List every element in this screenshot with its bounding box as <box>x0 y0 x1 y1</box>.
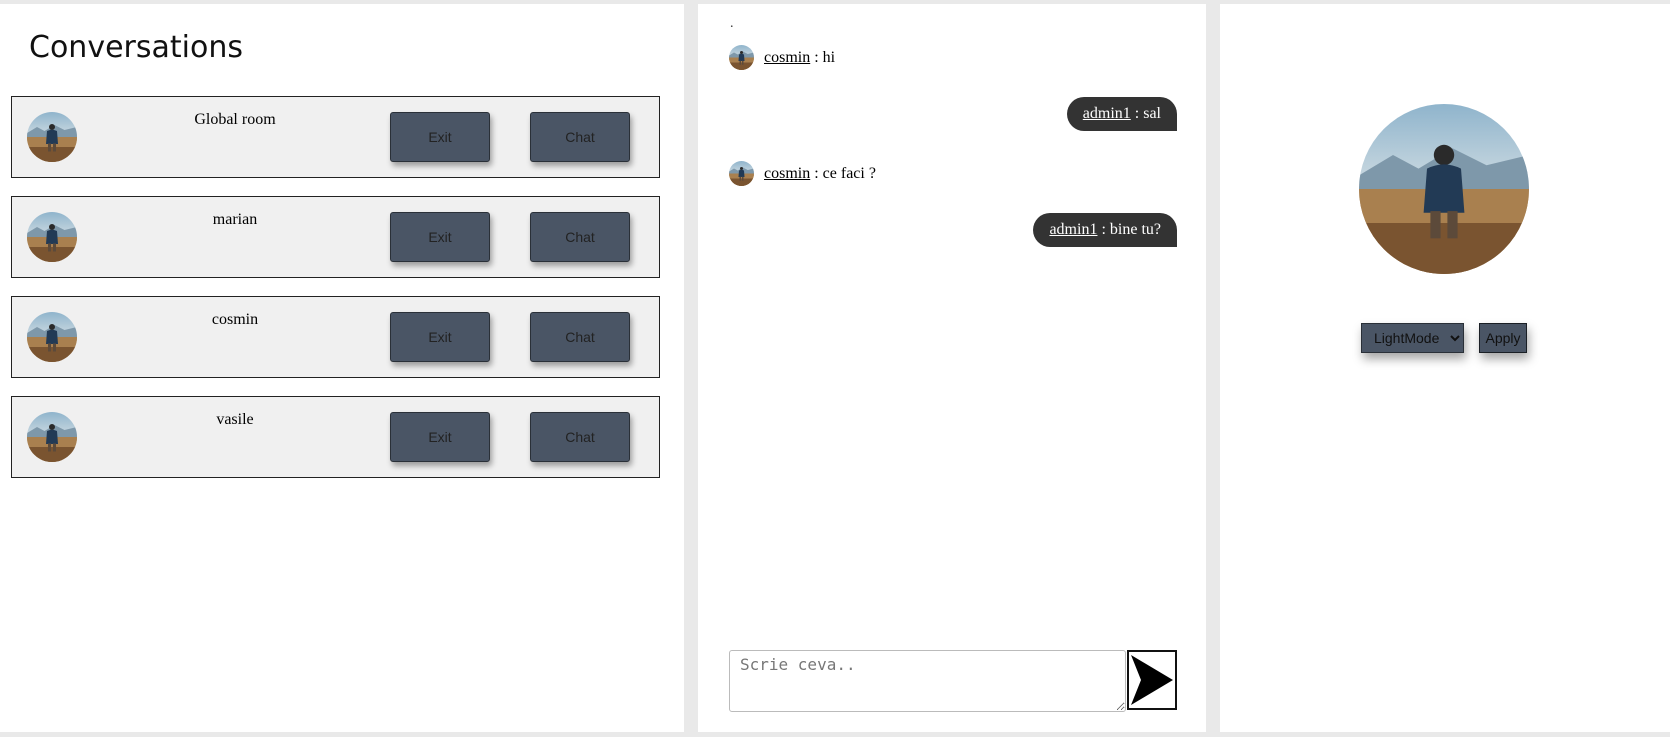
message-outgoing: admin1 : bine tu? <box>1033 213 1177 247</box>
conversation-item: cosmin Exit Chat <box>11 296 660 378</box>
message-outgoing: admin1 : sal <box>1066 97 1177 131</box>
message-text: : bine tu? <box>1097 221 1161 238</box>
conversation-name: vasile <box>216 411 254 428</box>
chat-button[interactable]: Chat <box>530 112 630 162</box>
message-text: : sal <box>1130 105 1161 122</box>
exit-button[interactable]: Exit <box>390 312 490 362</box>
send-button[interactable] <box>1127 650 1177 710</box>
chat-button[interactable]: Chat <box>530 212 630 262</box>
send-arrow-icon <box>1131 655 1173 705</box>
message-username-link[interactable]: admin1 <box>1083 105 1131 123</box>
profile-avatar <box>1359 104 1529 274</box>
exit-button[interactable]: Exit <box>390 212 490 262</box>
apply-button[interactable]: Apply <box>1479 323 1527 353</box>
message-incoming: cosmin : ce faci ? <box>729 161 876 186</box>
message-input[interactable] <box>729 650 1126 712</box>
message-incoming: cosmin : hi <box>729 45 835 70</box>
chat-button[interactable]: Chat <box>530 312 630 362</box>
message-text: : hi <box>810 48 836 66</box>
conversation-list: Global room Exit Chat marian Exit Chat c… <box>11 96 660 496</box>
exit-button[interactable]: Exit <box>390 112 490 162</box>
chat-top-mark: . <box>730 16 734 31</box>
avatar <box>27 212 77 262</box>
message-username-link[interactable]: admin1 <box>1049 221 1097 239</box>
avatar <box>27 312 77 362</box>
message-username-link[interactable]: cosmin <box>764 165 810 183</box>
conversation-item: Global room Exit Chat <box>11 96 660 178</box>
page-title: Conversations <box>29 30 243 65</box>
avatar <box>27 112 77 162</box>
conversation-name: cosmin <box>211 311 259 328</box>
message-username-link[interactable]: cosmin <box>764 49 810 67</box>
conversation-item: vasile Exit Chat <box>11 396 660 478</box>
avatar <box>729 45 754 70</box>
avatar <box>27 412 77 462</box>
avatar <box>729 161 754 186</box>
conversation-item: marian Exit Chat <box>11 196 660 278</box>
message-text: : ce faci ? <box>810 164 876 182</box>
chat-button[interactable]: Chat <box>530 412 630 462</box>
conversation-name: Global room <box>194 111 276 128</box>
conversation-name: marian <box>212 211 258 228</box>
exit-button[interactable]: Exit <box>390 412 490 462</box>
theme-select[interactable]: LightMode <box>1361 323 1464 353</box>
